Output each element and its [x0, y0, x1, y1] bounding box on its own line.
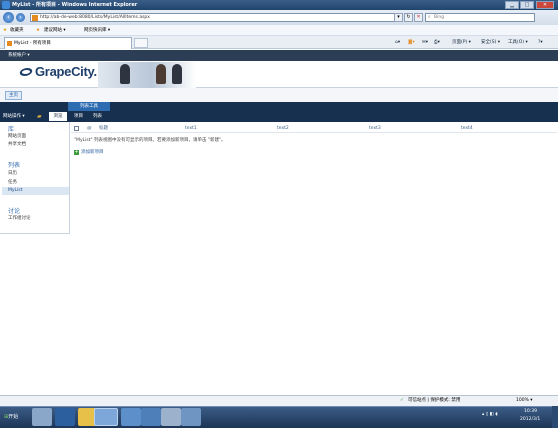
logo-text: GrapeCity. — [35, 64, 97, 79]
window-title-bar: MyList - 所有项目 - Windows Internet Explore… — [0, 0, 558, 10]
new-tab-button[interactable] — [134, 38, 148, 48]
favorites-button[interactable]: 收藏夹 — [10, 25, 24, 36]
nav-item-team-discussion[interactable]: 工作组讨论 — [8, 215, 31, 221]
column-header-text4[interactable]: text4 — [461, 124, 473, 133]
search-icon: ⌕ — [428, 15, 431, 20]
web-slice-gallery-link[interactable]: 网页快讯库 ▾ — [84, 25, 110, 36]
site-logo[interactable]: GrapeCity. — [18, 64, 97, 79]
add-new-item-link[interactable]: + 添加新项目 — [74, 149, 104, 155]
tab-bar: MyList - 所有项目 ⌂▾ ◙▾ ✉▾ ⎙▾ 页面(P) ▾ 安全(S) … — [0, 36, 558, 49]
show-desktop-button[interactable] — [552, 406, 558, 428]
logo-mark-icon — [18, 68, 34, 76]
add-icon: + — [74, 149, 79, 155]
nav-item-shared-documents[interactable]: 共享文档 — [8, 141, 26, 147]
tab-list[interactable]: 列表 — [93, 112, 102, 121]
safety-menu[interactable]: 安全(S) ▾ — [481, 39, 500, 46]
empty-list-message: "MyList" 列表视图中没有可显示的项目。若要添加新项目，请单击 "新建"。 — [74, 138, 226, 143]
tab-browse[interactable]: 浏览 — [49, 112, 67, 121]
user-menu[interactable]: 系统帐户 ▾ — [8, 53, 30, 58]
tools-menu[interactable]: 工具(O) ▾ — [508, 39, 528, 46]
clock-time[interactable]: 10:39 — [524, 409, 537, 414]
list-header-row — [71, 124, 557, 133]
favorites-add-icon: ★ — [36, 28, 41, 33]
attachment-icon: @ — [87, 126, 92, 131]
column-header-text1[interactable]: text1 — [185, 124, 197, 133]
navigate-up-icon[interactable]: ▰ — [37, 113, 42, 120]
ie-app-icon — [2, 1, 10, 9]
system-tray: ▴ ▯ ◧ ◖ 10:39 2012/3/1 — [478, 406, 558, 428]
nav-item-tasks[interactable]: 任务 — [8, 179, 17, 185]
start-label: 开始 — [8, 414, 19, 420]
nav-heading-lists[interactable]: 列表 — [8, 160, 20, 169]
page-icon — [32, 15, 38, 21]
banner-person — [120, 64, 130, 84]
page-menu[interactable]: 页面(P) ▾ — [452, 39, 471, 46]
favorites-star-icon: ★ — [3, 28, 8, 33]
sharepoint-top-bar: 系统帐户 ▾ — [0, 50, 558, 61]
ribbon-context-group: 列表工具 — [68, 102, 110, 111]
stop-button[interactable]: ✕ — [414, 13, 423, 22]
nav-heading-discussions[interactable]: 讨论 — [8, 206, 20, 215]
nav-item-site-pages[interactable]: 网站页面 — [8, 133, 26, 139]
back-button[interactable]: ‹ — [3, 12, 14, 23]
search-input[interactable]: ⌕ Bing — [425, 13, 535, 22]
tab-items[interactable]: 项目 — [74, 112, 83, 121]
suggested-sites-link[interactable]: 建议网站 ▾ — [44, 25, 66, 36]
ie-taskbar-button[interactable] — [94, 408, 118, 426]
url-text: http://ab-de-web:8080/Lists/MyList/AllIt… — [40, 15, 150, 20]
server-manager-icon[interactable] — [32, 408, 52, 426]
select-all-checkbox[interactable] — [74, 126, 79, 131]
search-placeholder: Bing — [434, 15, 445, 20]
breadcrumb-home[interactable]: 主页 — [5, 91, 22, 100]
minimize-button[interactable]: ▁ — [505, 1, 519, 9]
window-title: MyList - 所有项目 - Windows Internet Explore… — [12, 2, 138, 8]
nav-item-calendar[interactable]: 日历 — [8, 170, 17, 176]
column-header-text2[interactable]: text2 — [277, 124, 289, 133]
banner-person — [156, 64, 166, 84]
start-button[interactable]: ⊞开始 — [2, 408, 28, 426]
tab-title: MyList - 所有项目 — [14, 41, 51, 46]
url-input[interactable]: http://ab-de-web:8080/Lists/MyList/AllIt… — [30, 13, 400, 22]
feeds-icon[interactable]: ◙▾ — [408, 39, 415, 46]
column-header-title[interactable]: 标题 — [99, 124, 108, 133]
help-icon[interactable]: ?▾ — [538, 39, 543, 46]
forward-button[interactable]: › — [16, 13, 25, 22]
tab-favicon — [7, 41, 12, 46]
banner-person — [172, 64, 182, 84]
favorites-bar: ★ 收藏夹 ★ 建议网站 ▾ 网页快讯库 ▾ — [0, 25, 558, 36]
address-bar-area: ‹ › http://ab-de-web:8080/Lists/MyList/A… — [0, 10, 558, 25]
mail-icon[interactable]: ✉▾ — [422, 39, 428, 46]
taskbar-app-icon[interactable] — [161, 408, 181, 426]
print-icon[interactable]: ⎙▾ — [434, 39, 440, 46]
powershell-icon[interactable] — [55, 408, 75, 426]
breadcrumb-bar — [0, 88, 558, 103]
home-icon[interactable]: ⌂▾ — [395, 39, 400, 46]
refresh-button[interactable]: ↻ — [404, 13, 413, 22]
browser-tab[interactable]: MyList - 所有项目 — [4, 37, 132, 49]
tray-icons[interactable]: ▴ ▯ ◧ ◖ — [482, 412, 498, 417]
nav-item-mylist[interactable]: MyList — [2, 187, 69, 195]
close-button[interactable]: ✕ — [536, 1, 554, 9]
nav-heading-libraries[interactable]: 库 — [8, 124, 14, 133]
status-bar: ✓ 可信站点 | 保护模式: 禁用 100% ▾ — [0, 395, 558, 406]
add-new-item-label: 添加新项目 — [81, 150, 104, 155]
taskbar-app-icon[interactable] — [141, 408, 161, 426]
trusted-zone-icon: ✓ — [400, 398, 404, 403]
zoom-level[interactable]: 100% ▾ — [516, 396, 533, 406]
taskbar-app-icon[interactable] — [181, 408, 201, 426]
column-header-text3[interactable]: text3 — [369, 124, 381, 133]
taskbar-app-icon[interactable] — [121, 408, 141, 426]
maximize-button[interactable]: □ — [520, 1, 534, 9]
clock-date[interactable]: 2012/3/1 — [520, 417, 540, 422]
site-actions-menu[interactable]: 网站操作 ▾ — [3, 112, 25, 121]
address-dropdown-button[interactable]: ▾ — [394, 13, 403, 22]
security-zone-text[interactable]: 可信站点 | 保护模式: 禁用 — [408, 396, 460, 406]
